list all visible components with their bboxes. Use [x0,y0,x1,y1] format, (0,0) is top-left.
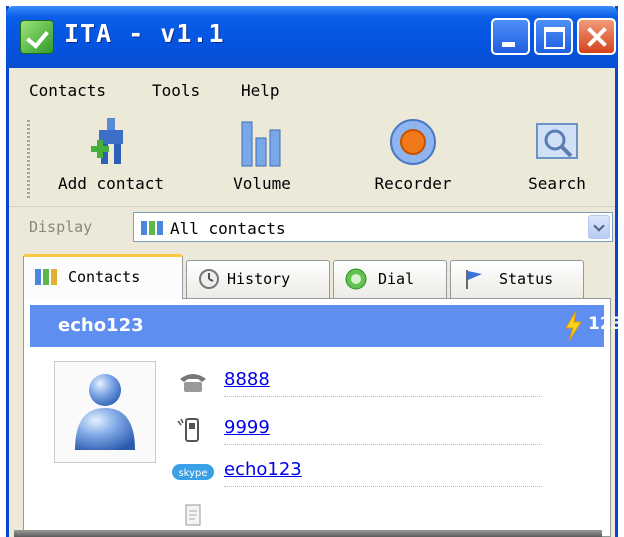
app-window: ITA - v1.1 Contacts Tools Help Add conta… [6,6,624,537]
close-button[interactable] [577,18,616,55]
tab-dial[interactable]: Dial [333,260,447,298]
skype-icon: skype [172,464,214,480]
note-icon [185,504,201,526]
skype-row: skype echo123 [172,457,542,487]
window-title: ITA - v1.1 [64,19,225,48]
toolbar: Add contact Volume Recorder Search [9,110,615,207]
tab-status-label: Status [499,270,554,288]
skype-link[interactable]: echo123 [224,459,302,480]
search-label: Search [528,174,586,193]
tab-dial-label: Dial [378,270,415,288]
contact-header[interactable]: echo123 123 [30,305,624,347]
app-check-icon [20,20,54,54]
chevron-down-icon[interactable] [588,215,610,239]
add-contact-button[interactable]: Add contact [41,110,181,206]
contact-panel: echo123 123 8888 9999 skype echo123 [23,298,624,537]
add-contact-icon [91,118,123,164]
tab-strip: Contacts History Dial Status [23,254,615,299]
svg-text:skype: skype [178,468,207,479]
mobile-link[interactable]: 9999 [224,417,270,438]
skype-dotted-line [224,486,542,487]
add-contact-label: Add contact [58,174,164,193]
clock-icon [199,269,219,289]
toolbar-grip[interactable] [27,120,30,198]
display-row: Display All contacts [9,207,615,247]
mobile-dotted-line [224,444,542,445]
volume-label: Volume [233,174,291,193]
tab-status[interactable]: Status [450,260,584,298]
flag-icon [466,270,482,289]
phone-dotted-line [224,396,542,397]
recorder-label: Recorder [374,174,452,193]
phone-row: 8888 [172,367,542,397]
tab-history[interactable]: History [186,260,330,298]
mobile-row: 9999 [172,415,542,445]
title-bar[interactable]: ITA - v1.1 [6,6,618,68]
recorder-button[interactable]: Recorder [349,110,477,206]
tab-contacts-label: Contacts [68,268,141,286]
maximize-button[interactable] [534,18,573,55]
tab-history-label: History [227,270,291,288]
minimize-button[interactable] [491,18,530,55]
note-row [172,501,542,531]
display-select-value: All contacts [170,219,286,238]
recorder-icon [390,119,436,165]
contacts-group-icon [141,221,163,235]
display-select[interactable]: All contacts [133,212,613,242]
menu-bar: Contacts Tools Help [9,68,615,111]
contacts-icon [35,269,57,285]
menu-contacts[interactable]: Contacts [29,81,106,100]
menu-help[interactable]: Help [241,81,280,100]
panel-bottom-shadow [14,530,602,537]
tab-contacts[interactable]: Contacts [23,254,183,299]
lightning-icon [565,311,582,341]
search-icon [536,123,578,159]
menu-tools[interactable]: Tools [152,81,200,100]
phone-icon [180,374,206,392]
dial-icon [345,268,367,290]
phone-link[interactable]: 8888 [224,369,270,390]
avatar [54,361,156,463]
contact-badge-count: 123 [588,314,624,334]
mobile-icon [177,418,199,442]
display-label: Display [29,218,93,236]
avatar-person-icon [75,374,135,450]
volume-icon [241,121,281,167]
contact-name: echo123 [58,315,144,336]
search-button[interactable]: Search [509,110,605,206]
volume-button[interactable]: Volume [207,110,317,206]
